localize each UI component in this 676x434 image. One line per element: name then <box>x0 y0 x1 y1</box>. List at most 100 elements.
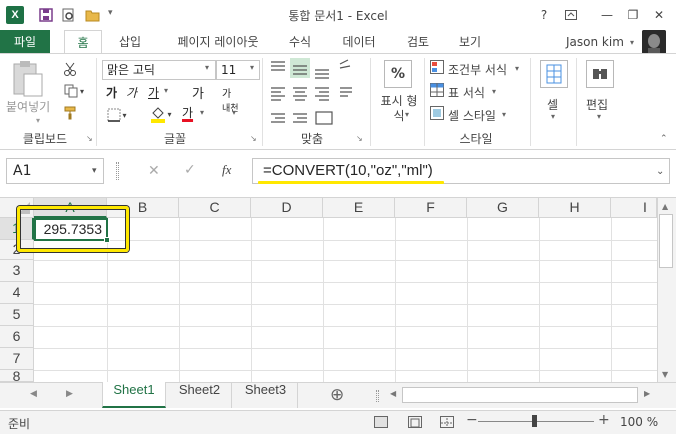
font-size-chevron-icon[interactable]: ▾ <box>250 63 254 72</box>
cells-icon <box>540 60 568 88</box>
zoom-level[interactable]: 100 % <box>620 415 658 429</box>
column-header-f[interactable]: F <box>395 198 467 218</box>
horizontal-scroll-thumb[interactable] <box>402 387 638 403</box>
scroll-right-icon[interactable]: ▶ <box>644 389 650 398</box>
user-name[interactable]: Jason kim <box>566 35 624 49</box>
column-header-g[interactable]: G <box>467 198 539 218</box>
row-header-8[interactable]: 8 <box>0 370 34 382</box>
grow-font-button[interactable]: 가 <box>192 83 204 102</box>
font-name-chevron-icon[interactable]: ▾ <box>205 63 209 72</box>
copy-icon[interactable]: ▾ <box>60 82 88 100</box>
normal-view-icon[interactable] <box>374 416 388 428</box>
percent-style-button[interactable]: % <box>384 60 412 88</box>
borders-icon[interactable]: ▾ <box>104 106 130 124</box>
collapse-ribbon-icon[interactable]: ⌃ <box>660 134 668 144</box>
user-menu-chevron-icon[interactable]: ▾ <box>630 38 634 47</box>
paste-chevron-icon[interactable]: ▾ <box>36 116 40 125</box>
insert-function-icon[interactable]: fx <box>222 162 231 178</box>
scroll-down-icon[interactable]: ▼ <box>662 370 668 379</box>
alignment-launcher-icon[interactable]: ↘ <box>356 134 363 143</box>
new-sheet-button[interactable]: ⊕ <box>330 385 344 405</box>
cells-button[interactable]: 셀 <box>547 96 558 113</box>
row-header-4[interactable]: 4 <box>0 282 34 304</box>
scroll-up-icon[interactable]: ▲ <box>662 202 668 211</box>
font-color-button[interactable]: 가 <box>182 104 193 121</box>
paste-label[interactable]: 붙여넣기 <box>6 98 50 115</box>
vertical-scroll-thumb[interactable] <box>659 214 673 268</box>
zoom-out-button[interactable]: − <box>466 412 478 428</box>
editing-button[interactable]: 편집 <box>586 96 608 113</box>
tab-insert[interactable]: 삽입 <box>108 30 152 54</box>
font-name-select[interactable]: 맑은 고딕 <box>102 60 216 80</box>
row-header-6[interactable]: 6 <box>0 326 34 348</box>
sheet-tab-sheet2[interactable]: Sheet2 <box>168 382 232 408</box>
shrink-font-button[interactable]: 가 <box>222 85 231 100</box>
sheet-tab-sheet3[interactable]: Sheet3 <box>234 382 298 408</box>
clipboard-launcher-icon[interactable]: ↘ <box>86 134 93 143</box>
enter-icon[interactable]: ✓ <box>184 162 196 178</box>
row-header-3[interactable]: 3 <box>0 260 34 282</box>
row-header-5[interactable]: 5 <box>0 304 34 326</box>
paste-icon[interactable] <box>10 60 50 100</box>
scroll-left-icon[interactable]: ◀ <box>390 389 396 398</box>
next-sheet-icon[interactable]: ▶ <box>66 389 73 399</box>
minimize-button[interactable]: — <box>596 5 618 25</box>
cell-styles-chevron-icon[interactable]: ▾ <box>502 110 506 119</box>
row-header-7[interactable]: 7 <box>0 348 34 370</box>
expand-formula-bar-icon[interactable]: ⌄ <box>656 166 664 177</box>
tab-page-layout[interactable]: 페이지 레이아웃 <box>162 30 274 54</box>
close-button[interactable]: ✕ <box>648 5 670 25</box>
zoom-slider-thumb[interactable] <box>532 415 537 427</box>
column-header-d[interactable]: D <box>251 198 323 218</box>
column-header-e[interactable]: E <box>323 198 395 218</box>
restore-button[interactable]: ❐ <box>622 5 644 25</box>
number-format-button[interactable]: 표시 형식 <box>376 94 422 124</box>
format-painter-icon[interactable] <box>60 104 80 122</box>
bold-button[interactable]: 가 <box>106 84 117 101</box>
cells-chevron-icon[interactable]: ▾ <box>551 112 555 121</box>
underline-chevron-icon[interactable]: ▾ <box>164 86 168 95</box>
sheet-tab-sheet1[interactable]: Sheet1 <box>102 382 166 408</box>
tab-review[interactable]: 검토 <box>396 30 440 54</box>
font-color-chevron-icon[interactable]: ▾ <box>200 108 204 117</box>
tab-home[interactable]: 홈 <box>64 30 102 54</box>
prev-sheet-icon[interactable]: ◀ <box>30 389 37 399</box>
phonetic-chevron-icon[interactable]: ▾ <box>232 108 236 117</box>
column-header-h[interactable]: H <box>539 198 611 218</box>
zoom-in-button[interactable]: + <box>598 412 610 428</box>
tab-view[interactable]: 보기 <box>448 30 492 54</box>
column-header-i[interactable]: I <box>611 198 657 218</box>
formula-bar-splitter[interactable] <box>116 162 119 180</box>
fill-color-icon[interactable]: ▾ <box>146 104 176 124</box>
conditional-formatting-button[interactable]: 조건부 서식 <box>448 61 507 78</box>
cut-icon[interactable] <box>60 60 80 78</box>
underline-button[interactable]: 가 <box>148 84 159 101</box>
name-box[interactable]: A1 <box>6 158 104 184</box>
divider <box>424 58 425 146</box>
tab-data[interactable]: 데이터 <box>330 30 388 54</box>
font-launcher-icon[interactable]: ↘ <box>250 134 257 143</box>
divider <box>370 58 371 146</box>
ribbon-display-options-icon[interactable] <box>560 5 582 25</box>
name-box-chevron-icon[interactable]: ▾ <box>92 166 97 176</box>
tab-file[interactable]: 파일 <box>0 30 50 54</box>
italic-button[interactable]: 가 <box>126 84 137 101</box>
editing-chevron-icon[interactable]: ▾ <box>597 112 601 121</box>
number-format-chevron-icon[interactable]: ▾ <box>405 110 409 119</box>
title-bar: X ▾ 통합 문서1 - Excel ? — ❐ ✕ <box>0 0 676 30</box>
cell-styles-button[interactable]: 셀 스타일 <box>448 107 496 124</box>
phonetic-button[interactable]: 내천 <box>222 104 240 114</box>
format-as-table-button[interactable]: 표 서식 <box>448 84 485 101</box>
tab-splitter[interactable] <box>376 390 379 402</box>
tab-formulas[interactable]: 수식 <box>278 30 322 54</box>
cancel-icon[interactable]: ✕ <box>148 163 160 179</box>
page-layout-view-icon[interactable] <box>408 416 422 428</box>
format-as-table-chevron-icon[interactable]: ▾ <box>492 87 496 96</box>
conditional-formatting-chevron-icon[interactable]: ▾ <box>515 64 519 73</box>
page-break-view-icon[interactable] <box>440 416 454 428</box>
ribbon-tabs: 파일 홈 삽입 페이지 레이아웃 수식 데이터 검토 보기 Jason kim … <box>0 30 676 54</box>
divider <box>96 58 97 146</box>
column-header-c[interactable]: C <box>179 198 251 218</box>
avatar[interactable] <box>642 30 666 54</box>
help-icon[interactable]: ? <box>533 5 555 25</box>
